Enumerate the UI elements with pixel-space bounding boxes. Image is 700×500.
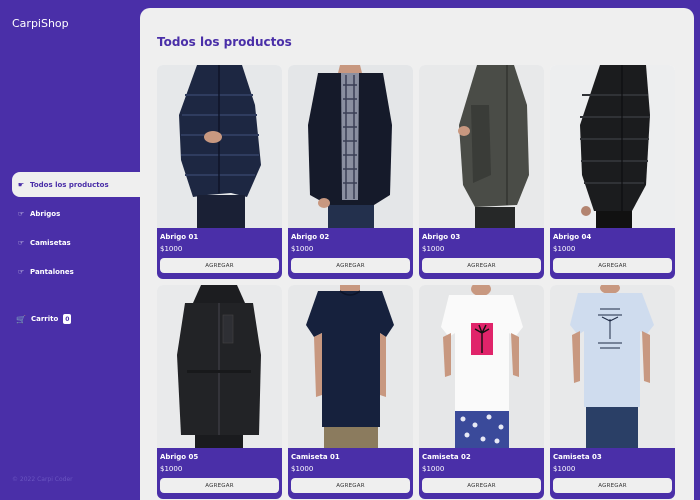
product-card: Abrigo 04 $1000 AGREGAR: [550, 65, 675, 279]
product-image: [157, 285, 282, 448]
product-price: $1000: [422, 465, 445, 473]
cart-label: Carrito: [30, 315, 59, 323]
product-price: $1000: [160, 465, 183, 473]
product-card: Camiseta 02 $1000 AGREGAR: [419, 285, 544, 499]
product-price: $1000: [291, 465, 314, 473]
product-card: Camiseta 01 $1000 AGREGAR: [288, 285, 413, 499]
sidebar-item-camisetas[interactable]: ☞ Camisetas: [12, 230, 140, 255]
add-to-cart-button[interactable]: AGREGAR: [422, 478, 541, 493]
product-info: Abrigo 03 $1000 AGREGAR: [419, 228, 544, 279]
product-price: $1000: [553, 245, 576, 253]
product-name: Camiseta 03: [553, 453, 602, 461]
product-image: [288, 285, 413, 448]
sidebar-item-label: Abrigos: [30, 209, 61, 218]
product-name: Abrigo 03: [422, 233, 461, 241]
product-name: Abrigo 05: [160, 453, 199, 461]
product-card: Abrigo 01 $1000 AGREGAR: [157, 65, 282, 279]
add-to-cart-button[interactable]: AGREGAR: [291, 478, 410, 493]
product-price: $1000: [291, 245, 314, 253]
sidebar-item-pantalones[interactable]: ☞ Pantalones: [12, 259, 140, 284]
sidebar-item-label: Camisetas: [30, 238, 71, 247]
footer-copyright: © 2022 Carpi Coder: [12, 476, 73, 483]
app-logo[interactable]: CarpiShop: [12, 17, 69, 30]
product-info: Abrigo 04 $1000 AGREGAR: [550, 228, 675, 279]
product-image: [419, 285, 544, 448]
hand-point-icon: ☞: [17, 209, 25, 218]
product-price: $1000: [553, 465, 576, 473]
product-card: Abrigo 03 $1000 AGREGAR: [419, 65, 544, 279]
hand-pointer-icon: ☛: [17, 180, 25, 189]
product-name: Camiseta 01: [291, 453, 340, 461]
add-to-cart-button[interactable]: AGREGAR: [422, 258, 541, 273]
product-name: Camiseta 02: [422, 453, 471, 461]
sidebar-item-abrigos[interactable]: ☞ Abrigos: [12, 201, 140, 226]
product-card: Camiseta 03 $1000 AGREGAR: [550, 285, 675, 499]
main-content: Todos los productos Abrigo 01 $1000 AGRE…: [140, 8, 694, 500]
product-info: Abrigo 05 $1000 AGREGAR: [157, 448, 282, 499]
hand-point-icon: ☞: [17, 267, 25, 276]
product-card: Abrigo 05 $1000 AGREGAR: [157, 285, 282, 499]
category-nav: ☛ Todos los productos ☞ Abrigos ☞ Camise…: [12, 172, 140, 288]
cart-count-badge: 0: [63, 314, 72, 324]
product-info: Abrigo 02 $1000 AGREGAR: [288, 228, 413, 279]
product-info: Abrigo 01 $1000 AGREGAR: [157, 228, 282, 279]
add-to-cart-button[interactable]: AGREGAR: [160, 478, 279, 493]
cart-link[interactable]: 🛒 Carrito 0: [16, 314, 72, 324]
product-price: $1000: [422, 245, 445, 253]
sidebar-item-todos[interactable]: ☛ Todos los productos: [12, 172, 140, 197]
product-name: Abrigo 04: [553, 233, 592, 241]
sidebar-item-label: Pantalones: [30, 267, 74, 276]
product-name: Abrigo 01: [160, 233, 199, 241]
add-to-cart-button[interactable]: AGREGAR: [291, 258, 410, 273]
product-info: Camiseta 02 $1000 AGREGAR: [419, 448, 544, 499]
add-to-cart-button[interactable]: AGREGAR: [160, 258, 279, 273]
product-image: [550, 65, 675, 228]
cart-icon: 🛒: [16, 314, 26, 324]
hand-point-icon: ☞: [17, 238, 25, 247]
product-name: Abrigo 02: [291, 233, 330, 241]
sidebar: CarpiShop ☛ Todos los productos ☞ Abrigo…: [0, 0, 140, 500]
add-to-cart-button[interactable]: AGREGAR: [553, 258, 672, 273]
page-title: Todos los productos: [157, 35, 292, 49]
add-to-cart-button[interactable]: AGREGAR: [553, 478, 672, 493]
product-image: [550, 285, 675, 448]
sidebar-item-label: Todos los productos: [30, 180, 109, 189]
product-card: Abrigo 02 $1000 AGREGAR: [288, 65, 413, 279]
product-image: [288, 65, 413, 228]
product-image: [419, 65, 544, 228]
product-image: [157, 65, 282, 228]
product-info: Camiseta 01 $1000 AGREGAR: [288, 448, 413, 499]
product-price: $1000: [160, 245, 183, 253]
product-info: Camiseta 03 $1000 AGREGAR: [550, 448, 675, 499]
product-grid: Abrigo 01 $1000 AGREGAR Abrigo 02 $1000 …: [157, 65, 675, 499]
